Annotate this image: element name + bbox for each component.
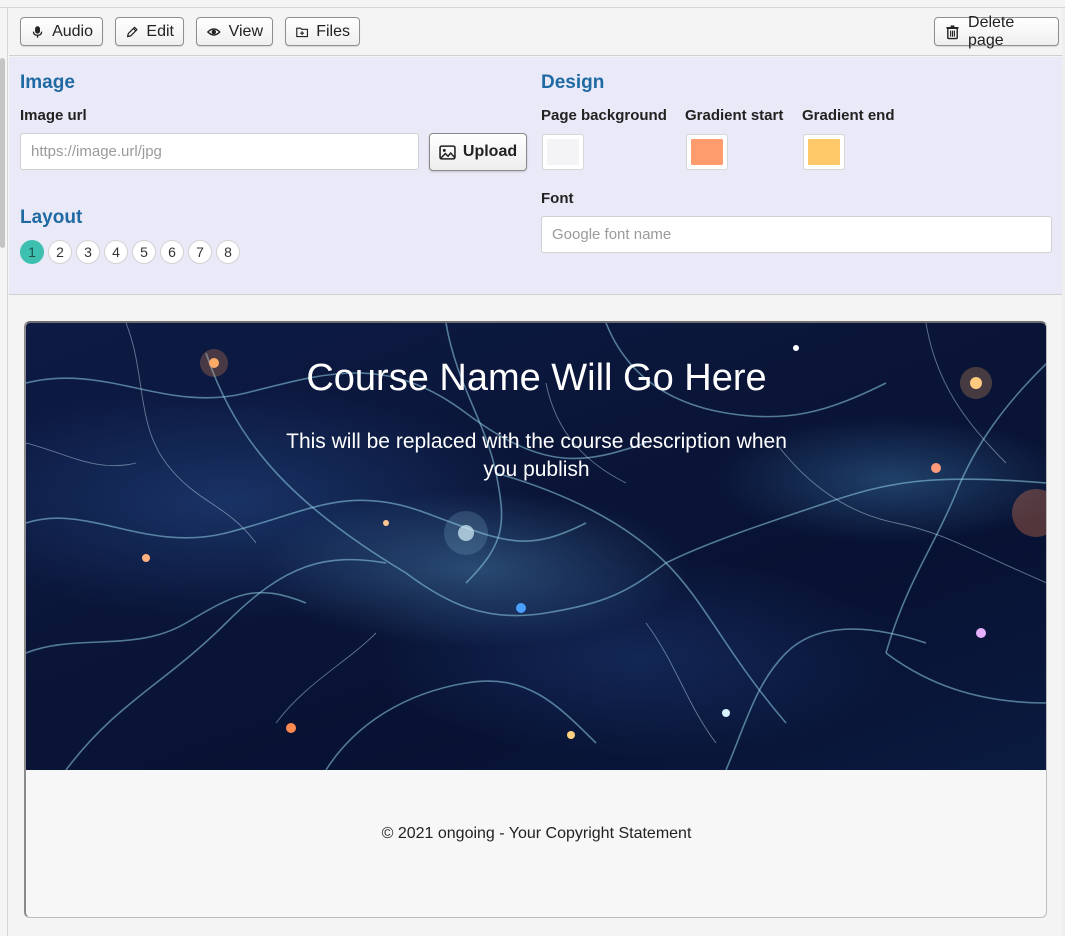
view-button-label: View bbox=[228, 22, 263, 40]
layout-option-5[interactable]: 5 bbox=[132, 240, 156, 264]
audio-button[interactable]: Audio bbox=[20, 17, 103, 46]
layout-option-7[interactable]: 7 bbox=[188, 240, 212, 264]
folder-plus-icon bbox=[296, 27, 309, 37]
page-background-swatch bbox=[547, 139, 579, 165]
gradient-start-label: Gradient start bbox=[685, 107, 784, 124]
view-button[interactable]: View bbox=[196, 17, 273, 46]
upload-button-label: Upload bbox=[462, 143, 518, 160]
course-title: Course Name Will Go Here bbox=[306, 357, 767, 399]
copyright-footer: © 2021 ongoing - Your Copyright Statemen… bbox=[381, 825, 692, 842]
image-section-title: Image bbox=[20, 72, 75, 93]
gradient-end-color-picker[interactable] bbox=[803, 134, 845, 170]
page-background-label: Page background bbox=[541, 107, 667, 124]
files-button[interactable]: Files bbox=[285, 17, 360, 46]
image-url-label: Image url bbox=[20, 107, 87, 124]
layout-option-6[interactable]: 6 bbox=[160, 240, 184, 264]
layout-options: 1 2 3 4 5 6 7 8 bbox=[20, 240, 240, 264]
left-scrollbar-thumb[interactable] bbox=[0, 58, 5, 248]
upload-button[interactable]: Upload bbox=[429, 133, 527, 171]
edit-button-label: Edit bbox=[146, 22, 174, 40]
page-toolbar: Audio Edit View Files Delete page bbox=[9, 9, 1062, 56]
gradient-end-swatch bbox=[808, 139, 840, 165]
layout-option-4[interactable]: 4 bbox=[104, 240, 128, 264]
page-preview: Course Name Will Go Here This will be re… bbox=[24, 321, 1047, 918]
page-settings-panel: Image Image url Upload Layout 1 2 3 4 5 … bbox=[9, 57, 1062, 295]
eye-icon bbox=[207, 27, 221, 36]
font-label: Font bbox=[541, 190, 574, 207]
course-description: This will be replaced with the course de… bbox=[286, 430, 787, 481]
image-icon bbox=[439, 144, 456, 160]
delete-page-button-label: Delete page bbox=[968, 13, 1015, 49]
gradient-start-color-picker[interactable] bbox=[686, 134, 728, 170]
audio-button-label: Audio bbox=[52, 22, 93, 40]
layout-option-2[interactable]: 2 bbox=[48, 240, 72, 264]
layout-option-3[interactable]: 3 bbox=[76, 240, 100, 264]
files-button-label: Files bbox=[316, 22, 350, 40]
trash-icon bbox=[946, 24, 959, 39]
layout-option-8[interactable]: 8 bbox=[216, 240, 240, 264]
image-url-input[interactable] bbox=[20, 133, 419, 170]
window-top-edge bbox=[0, 0, 1065, 8]
layout-option-1[interactable]: 1 bbox=[20, 240, 44, 264]
gradient-end-label: Gradient end bbox=[802, 107, 895, 124]
layout-section-title: Layout bbox=[20, 207, 83, 228]
hero-banner: Course Name Will Go Here This will be re… bbox=[26, 323, 1046, 770]
design-section-title: Design bbox=[541, 72, 605, 93]
gradient-start-swatch bbox=[691, 139, 723, 165]
page-background-color-picker[interactable] bbox=[542, 134, 584, 170]
delete-page-button[interactable]: Delete page bbox=[934, 14, 1059, 49]
font-input[interactable] bbox=[541, 216, 1052, 253]
microphone-icon bbox=[32, 25, 43, 38]
pencil-icon bbox=[126, 26, 138, 37]
edit-button[interactable]: Edit bbox=[115, 17, 184, 46]
